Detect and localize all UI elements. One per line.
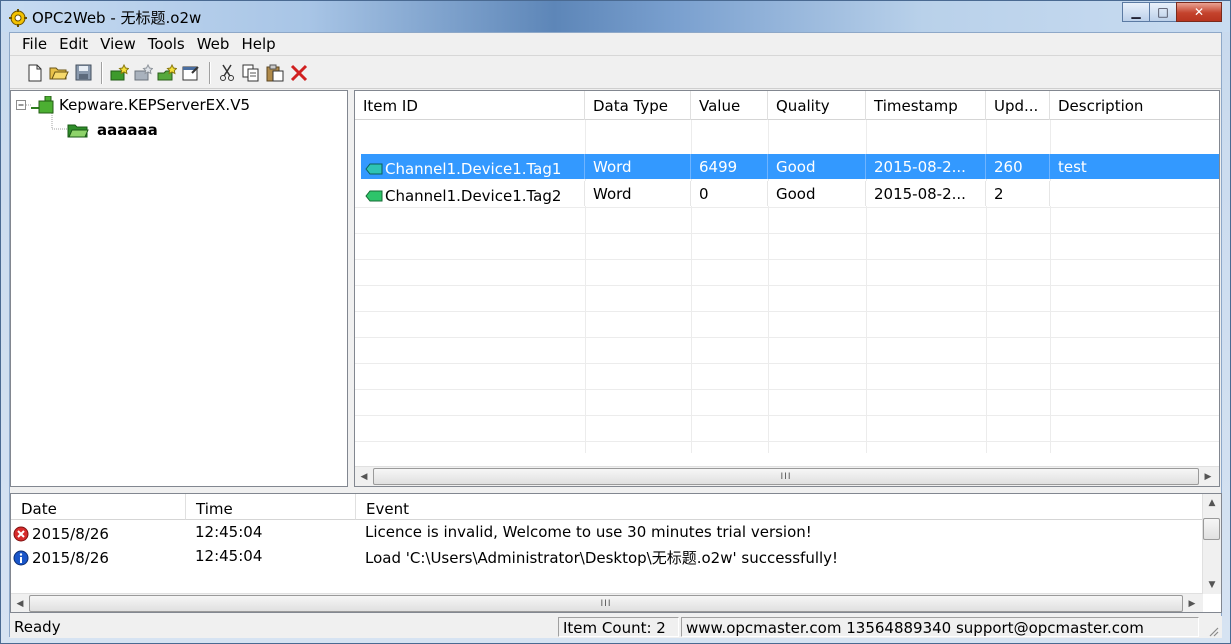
menu-edit[interactable]: Edit [53,35,94,53]
maximize-icon: □ [1157,5,1169,19]
menu-tools[interactable]: Tools [142,35,191,53]
add-group-icon[interactable] [132,62,154,84]
col-value[interactable]: Value [691,91,768,120]
col-date[interactable]: Date [11,494,186,520]
scroll-left-icon[interactable]: ◀ [11,595,29,613]
log-row[interactable]: 2015/8/26 12:45:04 Load 'C:\Users\Admini… [11,544,1203,568]
item-grid[interactable]: Item ID Data Type Value Quality Timestam… [354,90,1220,487]
info-icon [13,550,29,565]
new-file-icon[interactable] [24,62,46,84]
copy-icon[interactable] [240,62,262,84]
col-update[interactable]: Upd... [986,91,1050,120]
cell-timestamp: 2015-08-2... [866,154,986,179]
cell-value: 6499 [691,154,768,179]
scroll-right-icon[interactable]: ▶ [1183,595,1201,613]
cell-update: 2 [986,181,1050,206]
cell-description: test [1058,158,1087,176]
log-event: Load 'C:\Users\Administrator\Desktop\无标题… [365,549,839,567]
minimize-icon: ▁ [1131,5,1141,19]
cell-value: 0 [691,181,768,206]
cell-item-id: Channel1.Device1.Tag2 [385,186,562,205]
col-time[interactable]: Time [186,494,356,520]
cell-update: 260 [986,154,1050,179]
tree-server-label: Kepware.KEPServerEX.V5 [59,96,251,114]
cell-data-type: Word [585,181,691,206]
scroll-thumb[interactable]: III [373,468,1199,485]
client-area: File Edit View Tools Web Help Kepware.KE… [9,32,1222,638]
delete-icon[interactable] [288,62,310,84]
close-icon: ✕ [1193,5,1205,19]
log-date: 2015/8/26 [32,548,109,567]
cell-timestamp: 2015-08-2... [866,181,986,206]
cell-quality: Good [768,181,866,206]
menu-help[interactable]: Help [235,35,281,53]
toolbar-separator [101,61,103,84]
scroll-down-icon[interactable]: ▼ [1203,576,1221,594]
open-folder-icon[interactable] [48,62,70,84]
toolbar [10,57,1221,89]
tree-node-group[interactable]: aaaaaa [67,120,158,140]
status-item-count: Item Count: 2 [558,617,679,637]
col-timestamp[interactable]: Timestamp [866,91,986,120]
log-time: 12:45:04 [195,523,263,541]
status-bar: Ready Item Count: 2 www.opcmaster.com 13… [10,616,1222,638]
tree-node-server[interactable]: Kepware.KEPServerEX.V5 [31,95,250,115]
add-server-icon[interactable] [108,62,130,84]
window-title: OPC2Web - 无标题.o2w [32,9,202,27]
col-event[interactable]: Event [356,494,1204,520]
tag-icon [365,163,383,174]
add-item-icon[interactable] [156,62,178,84]
table-row[interactable]: Channel1.Device1.Tag2 Word 0 Good 2015-0… [361,181,1219,206]
error-icon [13,526,29,541]
app-gear-icon [9,9,27,27]
maximize-button[interactable]: □ [1149,2,1177,22]
log-scroll-thumb[interactable] [1203,518,1220,540]
menu-file[interactable]: File [16,35,53,53]
log-hscroll-thumb[interactable]: III [29,595,1183,612]
group-folder-icon [67,124,89,138]
server-tree[interactable]: Kepware.KEPServerEX.V5 aaaaaa [10,90,348,487]
minimize-button[interactable]: ▁ [1122,2,1150,22]
tree-group-label: aaaaaa [97,121,158,139]
col-description[interactable]: Description [1050,91,1219,120]
log-date: 2015/8/26 [32,524,109,543]
tag-icon [365,190,383,201]
cell-item-id: Channel1.Device1.Tag1 [385,159,562,178]
col-data-type[interactable]: Data Type [585,91,691,120]
properties-icon[interactable] [180,62,202,84]
title-bar[interactable]: OPC2Web - 无标题.o2w ▁ □ ✕ [1,1,1230,32]
caption-buttons: ▁ □ ✕ [1122,2,1222,22]
col-item-id[interactable]: Item ID [355,91,585,120]
table-row-selected[interactable]: Channel1.Device1.Tag1 Word 6499 Good 201… [361,154,1219,179]
server-icon [31,96,54,114]
menu-bar: File Edit View Tools Web Help [10,33,1221,56]
log-row[interactable]: 2015/8/26 12:45:04 Licence is invalid, W… [11,520,1203,544]
save-icon[interactable] [72,62,94,84]
log-vertical-scrollbar[interactable]: ▲ ▼ [1202,494,1221,594]
grid-header: Item ID Data Type Value Quality Timestam… [355,91,1219,120]
app-window: OPC2Web - 无标题.o2w ▁ □ ✕ File Edit View T… [0,0,1231,644]
log-event: Licence is invalid, Welcome to use 30 mi… [365,523,812,541]
cell-quality: Good [768,154,866,179]
status-ready: Ready [14,618,61,636]
cell-data-type: Word [585,154,691,179]
resize-grip-icon[interactable] [1199,617,1219,637]
grid-horizontal-scrollbar[interactable]: ◀ III ▶ [355,466,1219,486]
menu-web[interactable]: Web [191,35,236,53]
col-quality[interactable]: Quality [768,91,866,120]
paste-icon[interactable] [264,62,286,84]
close-button[interactable]: ✕ [1176,2,1222,22]
scroll-up-icon[interactable]: ▲ [1203,494,1221,512]
cut-icon[interactable] [216,62,238,84]
scroll-left-icon[interactable]: ◀ [355,468,373,486]
log-horizontal-scrollbar[interactable]: ◀ III ▶ [11,593,1203,613]
scroll-right-icon[interactable]: ▶ [1199,468,1217,486]
status-contact: www.opcmaster.com 13564889340 support@op… [681,617,1199,637]
log-time: 12:45:04 [195,547,263,565]
menu-view[interactable]: View [94,35,142,53]
cell-description [1050,181,1219,206]
toolbar-separator [209,61,211,84]
event-log[interactable]: Date Time Event 2015/8/26 12:45:04 Licen… [10,493,1222,613]
